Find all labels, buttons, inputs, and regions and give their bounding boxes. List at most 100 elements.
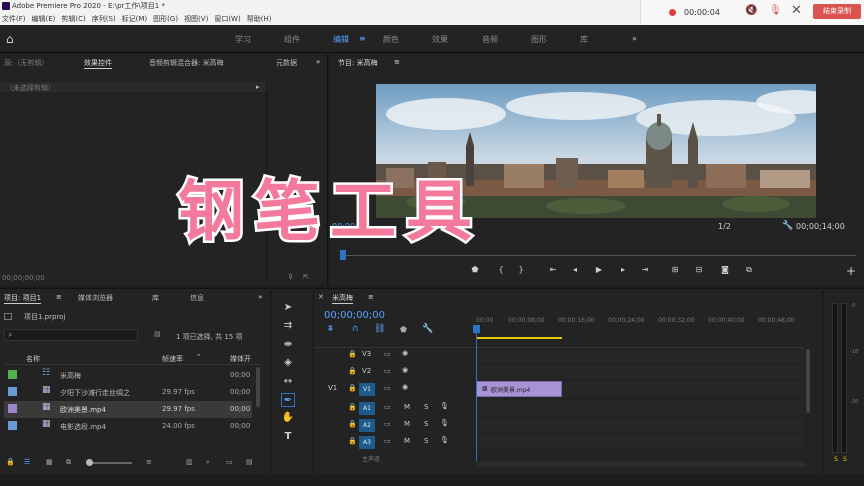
find-icon[interactable]: ⌕ xyxy=(206,458,210,467)
video-clip[interactable]: ▩ 欧洲美景.mp4 xyxy=(476,381,562,397)
menu-clip[interactable]: 剪辑(C) xyxy=(61,15,85,23)
timeline-playhead[interactable] xyxy=(476,325,477,461)
mute-button[interactable]: M xyxy=(404,420,410,428)
panel-overflow-icon[interactable]: » xyxy=(258,293,262,301)
fit-select[interactable]: 1/2 xyxy=(718,222,731,231)
go-to-out-icon[interactable]: ⇥ xyxy=(640,265,650,275)
nest-icon[interactable]: ⩩ xyxy=(328,324,333,334)
work-area-bar[interactable] xyxy=(476,337,562,339)
project-item-selected[interactable]: ▦ 欧洲美景.mp4 29.97 fps 00;00 xyxy=(4,401,252,418)
play-icon[interactable]: ▶ xyxy=(594,265,604,275)
zoom-slider-handle[interactable] xyxy=(86,459,93,466)
mic-icon[interactable]: 🎙 xyxy=(440,402,449,410)
menu-view[interactable]: 视图(V) xyxy=(184,15,208,23)
zoom-slider[interactable] xyxy=(88,462,132,464)
track-lane[interactable] xyxy=(476,418,804,432)
new-item-icon[interactable]: ▤ xyxy=(246,458,253,466)
automate-to-sequence-icon[interactable]: ▥ xyxy=(186,458,193,466)
lock-icon[interactable]: 🔒 xyxy=(348,350,357,358)
filter-icon[interactable]: ⊽ xyxy=(288,273,293,281)
program-scrub-bar[interactable] xyxy=(342,255,856,256)
wrench-icon[interactable]: 🔧 xyxy=(782,221,793,231)
timeline-settings-wrench-icon[interactable]: 🔧 xyxy=(422,324,433,334)
type-tool-icon[interactable]: T xyxy=(281,430,295,444)
column-frame-rate[interactable]: 帧速率 xyxy=(162,354,183,364)
mark-out-icon[interactable]: } xyxy=(516,265,526,275)
tab-metadata[interactable]: 元数据 xyxy=(276,58,297,68)
eye-icon[interactable]: ◉ xyxy=(402,383,408,391)
add-button-icon[interactable]: + xyxy=(846,264,856,278)
close-icon[interactable]: ✕ xyxy=(791,3,802,18)
project-item[interactable]: ▦ 电影选段.mp4 24.00 fps 00;00 xyxy=(4,418,252,435)
sync-lock-icon[interactable]: ▭ xyxy=(384,437,391,445)
step-forward-icon[interactable]: ▸ xyxy=(618,265,628,275)
tab-media-browser[interactable]: 媒体浏览器 xyxy=(78,293,113,303)
menu-sequence[interactable]: 序列(S) xyxy=(92,15,116,23)
selection-tool-icon[interactable]: ➤ xyxy=(281,301,295,315)
export-frame-icon[interactable]: ⇱ xyxy=(303,273,309,281)
timeline-horizontal-scrollbar[interactable] xyxy=(476,462,806,467)
panel-overflow-icon[interactable]: » xyxy=(316,58,320,66)
source-patch[interactable]: V1 xyxy=(328,384,337,392)
solo-button[interactable]: S xyxy=(424,437,428,445)
label-color-swatch[interactable] xyxy=(8,404,17,413)
workspace-graphics[interactable]: 图形 xyxy=(531,34,547,45)
sort-icon[interactable]: ≡ xyxy=(146,458,152,466)
snap-icon[interactable]: ∩ xyxy=(352,324,359,334)
project-search-input[interactable]: ⌕ xyxy=(4,329,138,341)
track-lane[interactable] xyxy=(476,365,804,379)
lift-icon[interactable]: ⊞ xyxy=(670,265,680,275)
timeline-vertical-scrollbar[interactable] xyxy=(806,349,810,413)
pen-tool-icon[interactable]: ✒ xyxy=(281,393,295,407)
mic-icon[interactable]: 🎙 xyxy=(440,419,449,427)
speaker-muted-icon[interactable]: 🔇 xyxy=(745,5,757,16)
mic-muted-icon[interactable]: 🎙 xyxy=(769,5,782,16)
mark-in-icon[interactable]: { xyxy=(496,265,506,275)
label-color-swatch[interactable] xyxy=(8,387,17,396)
close-tab-icon[interactable]: ✕ xyxy=(318,293,324,301)
camera-icon[interactable]: ◙ xyxy=(720,265,730,275)
new-bin-from-search-icon[interactable]: ▤ xyxy=(154,330,161,338)
project-menu-icon[interactable]: ≡ xyxy=(56,293,62,301)
solo-button[interactable]: S xyxy=(424,403,428,411)
track-lane[interactable] xyxy=(476,401,804,415)
track-lane[interactable] xyxy=(476,348,804,362)
sync-lock-icon[interactable]: ▭ xyxy=(384,367,391,375)
mic-icon[interactable]: 🎙 xyxy=(440,436,449,444)
list-view-icon[interactable]: ☰ xyxy=(24,458,30,466)
lock-icon[interactable]: 🔒 xyxy=(348,384,357,392)
expand-arrow-icon[interactable]: ▸ xyxy=(256,83,260,91)
lock-icon[interactable]: 🔒 xyxy=(348,403,357,411)
workspace-menu-icon[interactable]: ≡ xyxy=(359,34,366,43)
sync-lock-icon[interactable]: ▭ xyxy=(384,384,391,392)
project-item[interactable]: ▦ 夕阳下沙滩行走丝绸之 29.97 fps 00;00 xyxy=(4,384,252,401)
eye-icon[interactable]: ◉ xyxy=(402,349,408,357)
track-target-a1[interactable]: A1 xyxy=(359,402,375,415)
add-marker-icon[interactable]: ⬟ xyxy=(400,325,407,334)
end-recording-button[interactable]: 结束录制 xyxy=(813,4,861,19)
menu-window[interactable]: 窗口(W) xyxy=(214,15,240,23)
tab-effect-controls[interactable]: 效果控件 xyxy=(84,58,112,69)
mute-button[interactable]: M xyxy=(404,437,410,445)
workspace-assembly[interactable]: 组件 xyxy=(284,34,300,45)
linked-selection-icon[interactable]: ⛓ xyxy=(374,324,385,334)
label-color-swatch[interactable] xyxy=(8,370,17,379)
track-target-a2[interactable]: A2 xyxy=(359,419,375,432)
icon-view-icon[interactable]: ▦ xyxy=(46,458,53,466)
meter-solo-icon[interactable]: S xyxy=(843,456,847,463)
workspace-learn[interactable]: 学习 xyxy=(235,34,251,45)
step-back-icon[interactable]: ◂ xyxy=(570,265,580,275)
sync-lock-icon[interactable]: ▭ xyxy=(384,350,391,358)
lock-icon[interactable]: 🔒 xyxy=(348,420,357,428)
project-item[interactable]: ☷ 米高梅 00;00 xyxy=(4,367,252,384)
label-color-swatch[interactable] xyxy=(8,421,17,430)
workspace-editing[interactable]: 编辑 xyxy=(333,34,349,45)
sync-lock-icon[interactable]: ▭ xyxy=(384,403,391,411)
track-target-v1[interactable]: V1 xyxy=(359,383,375,396)
workspace-audio[interactable]: 音频 xyxy=(482,34,498,45)
slip-tool-icon[interactable]: ↔ xyxy=(281,375,295,389)
playhead-handle[interactable] xyxy=(473,325,480,333)
tab-project[interactable]: 项目: 项目1 xyxy=(4,293,42,304)
menu-marker[interactable]: 标记(M) xyxy=(122,15,148,23)
ripple-edit-tool-icon[interactable]: ⇼ xyxy=(281,338,295,352)
